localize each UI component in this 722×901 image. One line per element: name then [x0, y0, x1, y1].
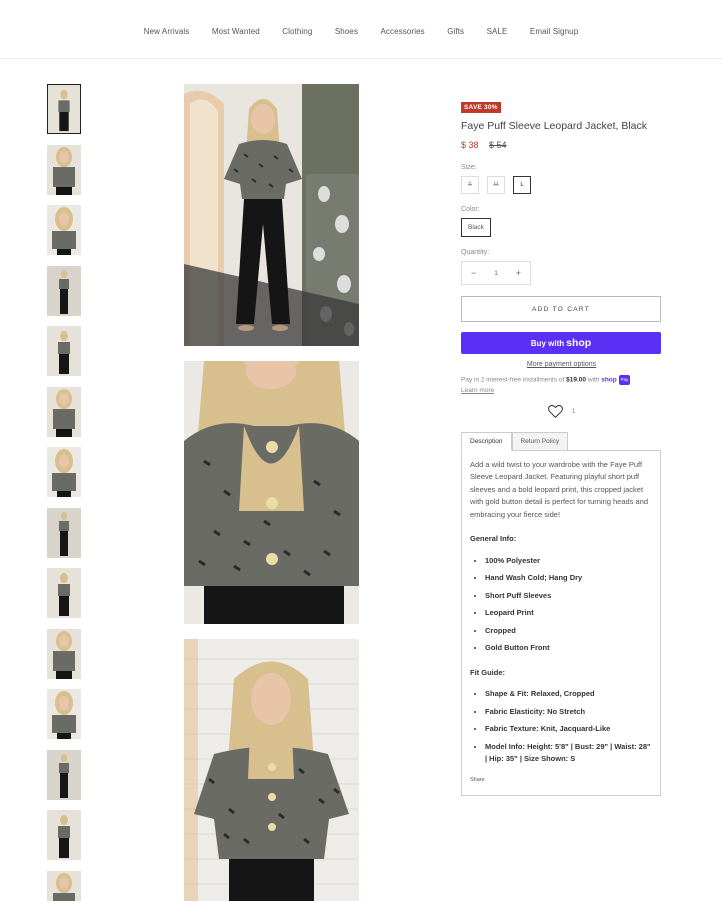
product-photo-full-body[interactable] — [184, 84, 359, 346]
list-item: Fabric Elasticity: No Stretch — [485, 706, 652, 719]
thumbnail-9[interactable] — [47, 568, 81, 618]
nav-email-signup[interactable]: Email Signup — [530, 27, 578, 36]
thumbnail-image — [47, 205, 81, 255]
list-item: Gold Button Front — [485, 642, 652, 655]
nav-sale[interactable]: SALE — [487, 27, 508, 36]
sale-badge: SAVE 30% — [461, 102, 501, 113]
price-row: $ 38 $ 54 — [461, 140, 662, 150]
thumbnail-image — [48, 85, 80, 133]
description-intro: Add a wild twist to your wardrobe with t… — [470, 459, 649, 519]
list-item: Short Puff Sleeves — [485, 590, 652, 603]
thumbnail-7[interactable] — [47, 447, 81, 497]
thumbnail-10[interactable] — [47, 628, 81, 679]
thumbnail-image — [47, 810, 81, 860]
thumbnail-image — [47, 568, 81, 618]
quantity-increase-button[interactable]: + — [516, 268, 521, 278]
thumbnail-image — [47, 326, 81, 376]
thumbnail-image — [47, 386, 81, 437]
heart-icon[interactable] — [547, 404, 563, 418]
nav-shoes[interactable]: Shoes — [335, 27, 358, 36]
thumbnail-11[interactable] — [47, 689, 81, 739]
size-label: Size: — [461, 164, 477, 171]
nav-accessories[interactable]: Accessories — [381, 27, 425, 36]
product-tabs: Description Return Policy — [461, 431, 662, 451]
description-panel: Add a wild twist to your wardrobe with t… — [461, 449, 661, 797]
installments-with: with — [587, 376, 600, 384]
thumbnail-image — [47, 507, 81, 558]
product-photo-closeup[interactable] — [184, 361, 359, 624]
product-info: SAVE 30% Faye Puff Sleeve Leopard Jacket… — [461, 96, 662, 797]
shop-pay-prefix: Buy with — [530, 338, 565, 348]
thumbnail-list — [47, 84, 82, 901]
quantity-stepper: − 1 + — [461, 261, 531, 285]
pay-chip: Pay — [618, 375, 631, 385]
product-title: Faye Puff Sleeve Leopard Jacket, Black — [461, 120, 647, 132]
top-navigation: New Arrivals Most Wanted Clothing Shoes … — [0, 0, 722, 59]
thumbnail-3[interactable] — [47, 205, 81, 255]
fit-guide-heading: Fit Guide: — [470, 667, 505, 677]
shop-pay-logo: shop — [601, 376, 617, 384]
wishlist: 1 — [461, 404, 662, 418]
list-item: Fabric Texture: Knit, Jacquard-Like — [485, 723, 652, 736]
thumbnail-14[interactable] — [47, 870, 81, 901]
buy-with-shop-button[interactable]: Buy with shop — [461, 332, 661, 354]
list-item: 100% Polyester — [485, 555, 652, 568]
tab-description[interactable]: Description — [461, 431, 512, 451]
original-price: $ 54 — [489, 140, 507, 150]
list-item: Shape & Fit: Relaxed, Cropped — [485, 688, 652, 701]
fit-guide-list: Shape & Fit: Relaxed, Cropped Fabric Ela… — [470, 688, 652, 766]
general-info-list: 100% Polyester Hand Wash Cold; Hang Dry … — [470, 555, 652, 655]
wishlist-count: 1 — [571, 407, 576, 415]
list-item: Hand Wash Cold; Hang Dry — [485, 572, 652, 585]
general-info-heading: General Info: — [470, 534, 517, 544]
list-item: Model Info: Height: 5'8" | Bust: 29" | W… — [485, 741, 652, 766]
thumbnail-image — [47, 447, 81, 497]
quantity-value[interactable]: 1 — [494, 270, 498, 277]
thumbnail-image — [47, 689, 81, 739]
share-link[interactable]: Share — [470, 774, 652, 787]
tab-return-policy[interactable]: Return Policy — [511, 431, 569, 451]
nav-gifts[interactable]: Gifts — [447, 27, 464, 36]
thumbnail-1[interactable] — [47, 84, 81, 134]
quantity-label: Quantity: — [461, 249, 490, 256]
thumbnail-image — [47, 265, 81, 316]
add-to-cart-button[interactable]: ADD TO CART — [461, 296, 661, 322]
thumbnail-image — [47, 144, 81, 195]
installments-text: Pay in 2 interest-free installments of — [461, 376, 565, 384]
size-options: S M L — [461, 176, 662, 194]
list-item: Leopard Print — [485, 607, 652, 620]
list-item: Cropped — [485, 625, 652, 638]
nav-most-wanted[interactable]: Most Wanted — [212, 27, 260, 36]
thumbnail-2[interactable] — [47, 144, 81, 195]
product-photo-front-image — [184, 639, 359, 901]
thumbnail-image — [47, 628, 81, 679]
more-payment-options-link[interactable]: More payment options — [461, 361, 662, 368]
color-label: Color: — [461, 206, 480, 213]
shop-logo: shop — [566, 337, 592, 349]
thumbnail-image — [47, 749, 81, 800]
thumbnail-6[interactable] — [47, 386, 81, 437]
product-photo-closeup-image — [184, 361, 359, 624]
sale-price: $ 38 — [461, 140, 479, 150]
thumbnail-12[interactable] — [47, 749, 81, 800]
thumbnail-4[interactable] — [47, 265, 81, 316]
nav-clothing[interactable]: Clothing — [282, 27, 312, 36]
color-option-black[interactable]: Black — [461, 218, 491, 237]
thumbnail-image — [47, 870, 81, 901]
installments-amount: $19.00 — [566, 376, 587, 384]
thumbnail-8[interactable] — [47, 507, 81, 558]
product-photo-full-body-image — [184, 84, 359, 346]
product-photo-front[interactable] — [184, 639, 359, 901]
thumbnail-13[interactable] — [47, 810, 81, 860]
learn-more-link[interactable]: Learn more — [461, 387, 494, 394]
size-option-m[interactable]: M — [487, 176, 505, 194]
nav-new-arrivals[interactable]: New Arrivals — [144, 27, 190, 36]
installments-info: Pay in 2 interest-free installments of $… — [461, 375, 662, 396]
size-option-l[interactable]: L — [513, 176, 531, 194]
size-option-s[interactable]: S — [461, 176, 479, 194]
nav-links: New Arrivals Most Wanted Clothing Shoes … — [0, 21, 722, 39]
quantity-decrease-button[interactable]: − — [471, 268, 476, 278]
thumbnail-5[interactable] — [47, 326, 81, 376]
